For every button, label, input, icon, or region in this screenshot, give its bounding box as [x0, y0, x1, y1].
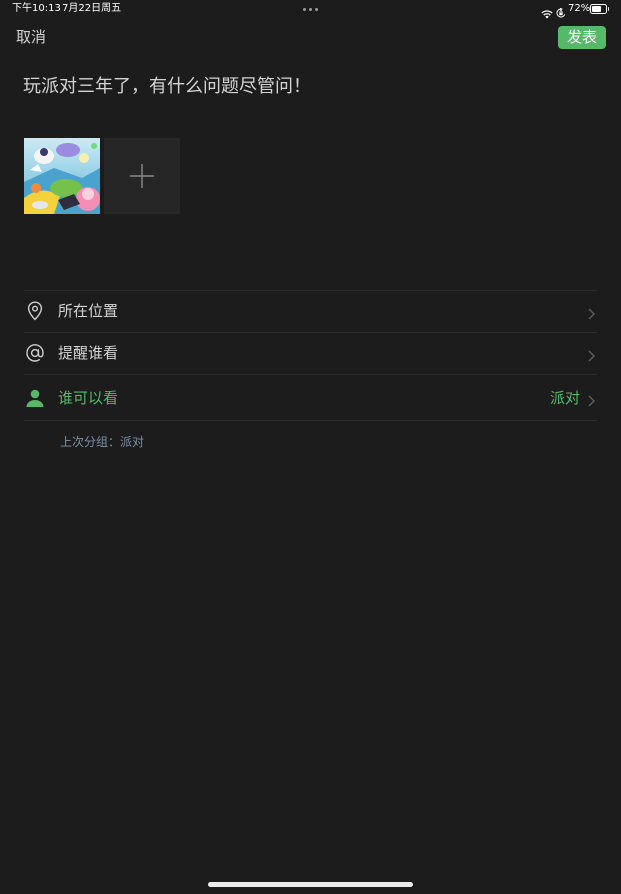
publish-button[interactable]: 发表 — [558, 26, 606, 49]
status-date: 7月22日周五 — [62, 3, 122, 14]
chevron-right-icon — [588, 347, 595, 366]
at-icon — [25, 343, 45, 367]
status-bar: 下午10:13 7月22日周五 72% — [0, 0, 621, 19]
status-time: 下午10:13 — [12, 3, 61, 14]
cancel-button[interactable]: 取消 — [16, 28, 46, 46]
chevron-right-icon — [588, 305, 595, 324]
option-row-visibility[interactable]: 谁可以看 派对 — [24, 375, 597, 420]
option-label-location: 所在位置 — [58, 302, 119, 320]
last-group-hint[interactable]: 上次分组：派对 — [60, 435, 144, 450]
plus-icon — [130, 164, 154, 188]
wifi-icon — [541, 4, 553, 19]
multitasking-dots-icon[interactable] — [302, 0, 320, 16]
divider — [24, 420, 597, 421]
orientation-lock-icon — [556, 3, 566, 18]
add-photo-button[interactable] — [104, 138, 180, 214]
battery-level-fill — [592, 6, 602, 12]
person-icon — [25, 388, 45, 412]
battery-icon — [590, 4, 609, 14]
option-value-visibility: 派对 — [549, 389, 580, 407]
post-text-input[interactable]: 玩派对三年了，有什么问题尽管问！ — [23, 76, 311, 98]
battery-percent: 72% — [568, 3, 591, 14]
home-indicator[interactable] — [208, 882, 413, 887]
option-row-mention[interactable]: 提醒谁看 — [24, 333, 597, 374]
photo-thumbnail[interactable] — [24, 138, 100, 214]
location-pin-icon — [27, 301, 43, 325]
option-row-location[interactable]: 所在位置 — [24, 291, 597, 332]
option-label-mention: 提醒谁看 — [58, 344, 119, 362]
option-label-visibility: 谁可以看 — [58, 389, 119, 407]
chevron-right-icon — [588, 392, 595, 411]
